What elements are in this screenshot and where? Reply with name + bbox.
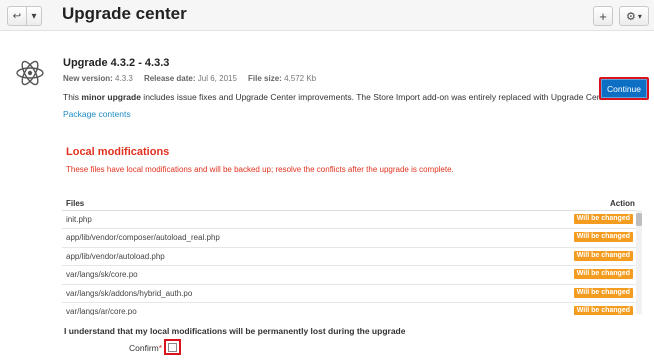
status-badge: Will be changed	[573, 250, 633, 261]
required-mark: *	[158, 343, 163, 353]
scrollbar-thumb[interactable]	[636, 213, 642, 226]
status-badge: Will be changed	[573, 214, 633, 224]
file-size-label: File size:	[248, 74, 282, 83]
table-row: init.php Will be changed	[62, 211, 640, 230]
file-path: app/lib/vendor/composer/autoload_real.ph…	[66, 233, 220, 243]
files-column-header: Files	[66, 199, 85, 208]
confirm-label: Confirm*	[129, 343, 162, 353]
table-row: app/lib/vendor/autoload.php Will be chan…	[62, 248, 640, 267]
new-version-label: New version:	[63, 74, 113, 83]
table-row: app/lib/vendor/composer/autoload_real.ph…	[62, 229, 640, 248]
add-icon[interactable]: +	[593, 6, 613, 26]
file-path: var/langs/sk/addons/hybrid_auth.po	[66, 288, 193, 298]
page-title: Upgrade center	[62, 4, 187, 23]
settings-dropdown-button[interactable]: ⚙ ▾	[619, 6, 649, 26]
upgrade-meta: New version: 4.3.3 Release date: Jul 6, …	[63, 74, 316, 83]
chevron-down-icon[interactable]: ▾	[27, 7, 41, 25]
table-scrollbar[interactable]	[636, 210, 642, 314]
confirm-statement: I understand that my local modifications…	[64, 326, 406, 336]
confirm-label-text: Confirm	[129, 343, 159, 353]
local-modifications-text: These files have local modifications and…	[66, 165, 454, 174]
file-size-value: 4.572 Kb	[284, 74, 317, 83]
continue-button[interactable]: Continue	[599, 77, 649, 100]
history-button-group: ↩ ▾	[7, 6, 42, 26]
file-path: var/langs/ar/core.po	[66, 306, 137, 315]
release-date-label: Release date:	[143, 74, 196, 83]
back-icon[interactable]: ↩	[8, 7, 27, 25]
table-row: var/langs/sk/core.po Will be changed	[62, 266, 640, 285]
status-badge: Will be changed	[573, 232, 633, 243]
confirm-checkbox[interactable]	[168, 342, 177, 352]
package-contents-link[interactable]: Package contents	[63, 109, 131, 119]
status-badge: Will be changed	[573, 287, 633, 298]
desc-prefix: This	[63, 92, 82, 102]
files-table: init.php Will be changed app/lib/vendor/…	[62, 210, 640, 315]
confirm-checkbox-highlight	[164, 339, 181, 355]
gear-icon: ⚙	[626, 10, 636, 23]
chevron-down-icon: ▾	[637, 11, 642, 21]
desc-suffix: includes issue fixes and Upgrade Center …	[140, 92, 614, 102]
status-badge: Will be changed	[573, 269, 633, 280]
file-path: app/lib/vendor/autoload.php	[66, 251, 165, 261]
action-column-header: Action	[610, 199, 635, 208]
file-path: init.php	[66, 215, 92, 224]
new-version-value: 4.3.3	[115, 74, 133, 83]
status-badge: Will be changed	[573, 305, 633, 315]
local-modifications-title: Local modifications	[66, 146, 170, 158]
atom-icon	[16, 60, 44, 86]
table-row: var/langs/ar/core.po Will be changed	[62, 303, 640, 315]
top-toolbar: ↩ ▾ Upgrade center + ⚙ ▾	[0, 0, 654, 31]
upgrade-title: Upgrade 4.3.2 - 4.3.3	[63, 57, 170, 69]
upgrade-description: This minor upgrade includes issue fixes …	[63, 92, 613, 102]
file-path: var/langs/sk/core.po	[66, 270, 138, 280]
release-date-value: Jul 6, 2015	[197, 74, 237, 83]
table-row: var/langs/sk/addons/hybrid_auth.po Will …	[62, 285, 640, 303]
desc-bold: minor upgrade	[81, 92, 141, 102]
